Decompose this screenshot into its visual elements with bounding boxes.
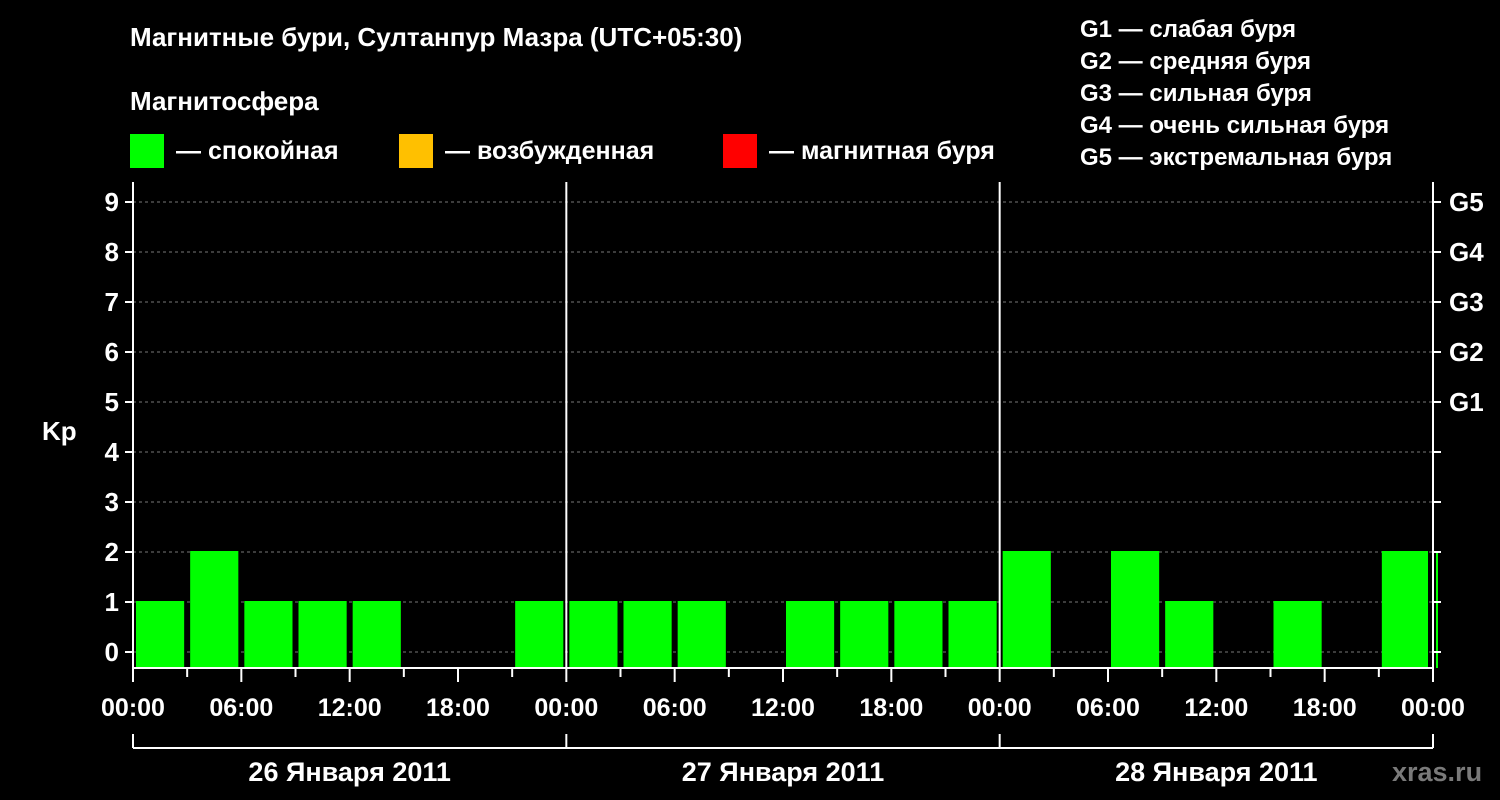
right-tick-label-G4: G4 xyxy=(1449,237,1484,267)
x-tick-label-9: 06:00 xyxy=(1076,694,1140,722)
bar-19 xyxy=(1165,601,1214,668)
x-tick-label-12: 00:00 xyxy=(1401,694,1465,722)
y-tick-label-9: 9 xyxy=(105,187,119,217)
x-tick-label-1: 06:00 xyxy=(209,694,273,722)
y-tick-label-1: 1 xyxy=(105,587,119,617)
day-label-2: 28 Января 2011 xyxy=(1115,757,1317,787)
x-tick-label-5: 06:00 xyxy=(643,694,707,722)
right-tick-label-G2: G2 xyxy=(1449,337,1484,367)
x-tick-label-6: 12:00 xyxy=(751,694,815,722)
bar-15 xyxy=(948,601,997,668)
x-tick-label-0: 00:00 xyxy=(101,694,165,722)
y-tick-label-5: 5 xyxy=(105,387,119,417)
kp-chart: 0 1 2 3 4 5 6 7 8 9 G1 G2 G3 G4 G5 Kp 00:00 06:00 12:00 18:… xyxy=(42,182,1484,787)
right-tick-label-G1: G1 xyxy=(1449,387,1484,417)
bar-1 xyxy=(190,551,239,668)
x-tick-label-3: 18:00 xyxy=(426,694,490,722)
y-tick-label-7: 7 xyxy=(105,287,119,317)
bar-4 xyxy=(352,601,401,668)
y-tick-label-3: 3 xyxy=(105,487,119,517)
bar-13 xyxy=(840,601,889,668)
day-label-0: 26 Января 2011 xyxy=(248,757,450,787)
y-tick-label-8: 8 xyxy=(105,237,119,267)
y-tick-label-0: 0 xyxy=(105,637,119,667)
y-tick-label-2: 2 xyxy=(105,537,119,567)
bar-12 xyxy=(786,601,835,668)
bar-9 xyxy=(623,601,672,668)
bar-16 xyxy=(1002,551,1051,668)
y-tick-label-6: 6 xyxy=(105,337,119,367)
right-tick-label-G5: G5 xyxy=(1449,187,1484,217)
x-tick-label-7: 18:00 xyxy=(859,694,923,722)
x-tick-label-11: 18:00 xyxy=(1293,694,1357,722)
bar-21 xyxy=(1273,601,1322,668)
bar-2 xyxy=(244,601,293,668)
x-tick-label-10: 12:00 xyxy=(1184,694,1248,722)
watermark: xras.ru xyxy=(1392,757,1483,787)
bar-18 xyxy=(1111,551,1160,668)
right-tick-label-G3: G3 xyxy=(1449,287,1484,317)
x-tick-label-2: 12:00 xyxy=(318,694,382,722)
bar-14 xyxy=(894,601,943,668)
bar-7 xyxy=(515,601,564,668)
x-tick-label-8: 00:00 xyxy=(968,694,1032,722)
day-label-1: 27 Января 2011 xyxy=(682,757,884,787)
x-tick-label-4: 00:00 xyxy=(534,694,598,722)
bar-10 xyxy=(677,601,726,668)
y-tick-label-4: 4 xyxy=(105,437,120,467)
bar-0 xyxy=(136,601,185,668)
bar-24 xyxy=(1436,551,1438,668)
y-axis-label: Kp xyxy=(42,416,77,446)
bar-23 xyxy=(1381,551,1428,668)
bar-3 xyxy=(298,601,347,668)
bar-8 xyxy=(569,601,618,668)
